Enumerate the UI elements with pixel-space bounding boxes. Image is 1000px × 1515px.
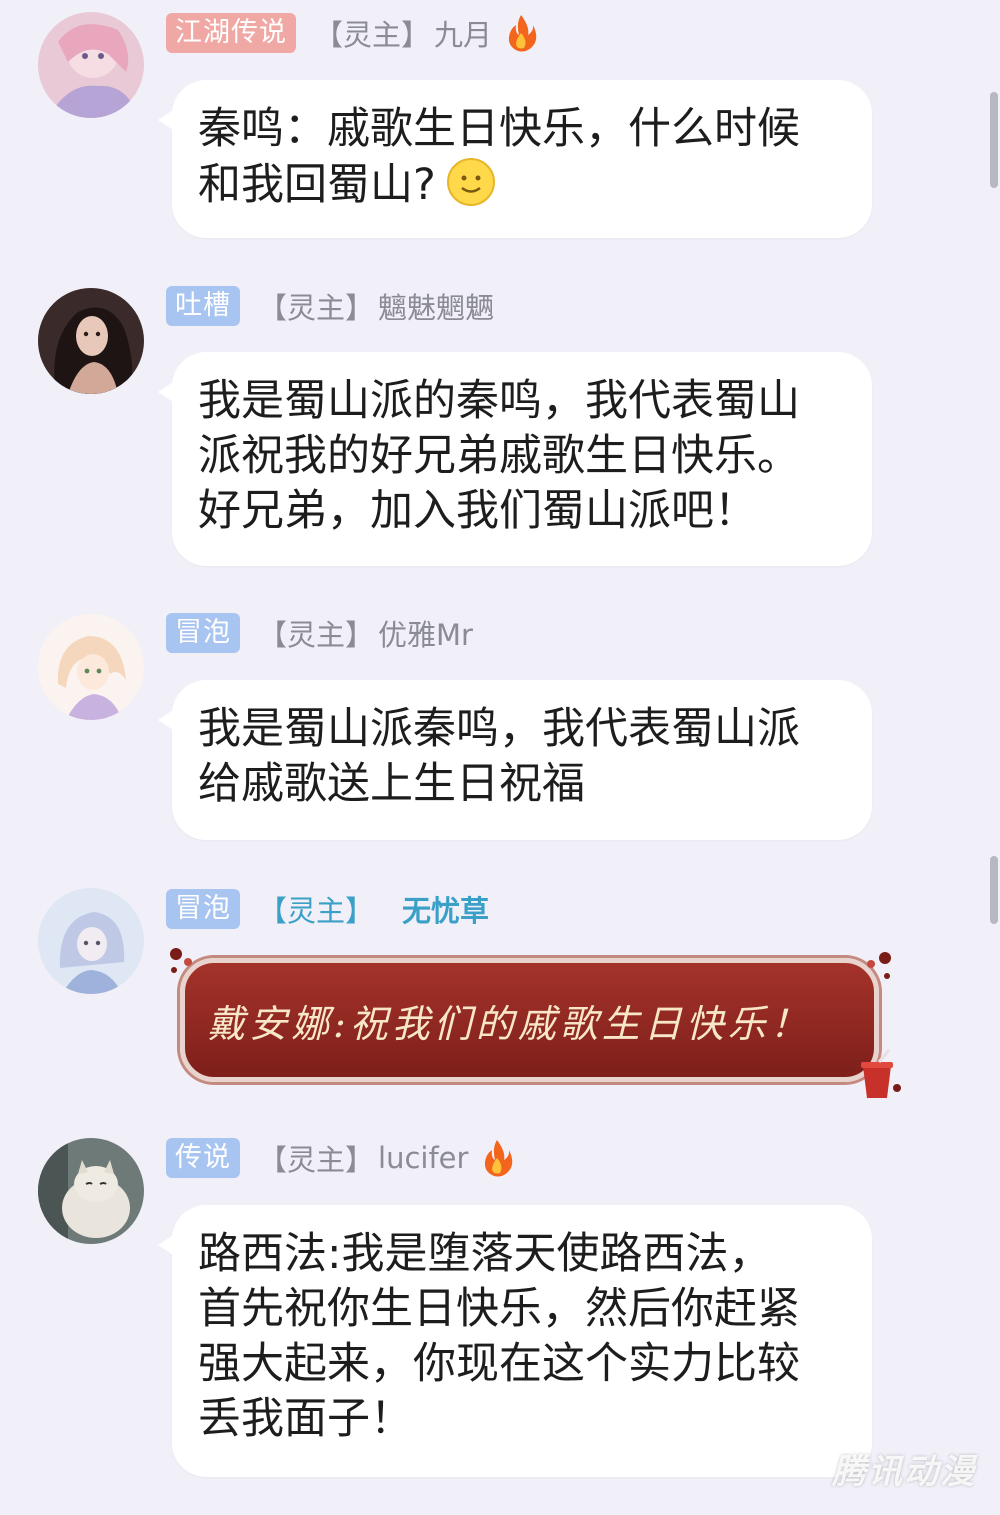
watermark-logo: 腾讯动漫 <box>832 1452 976 1492</box>
message-bubble[interactable]: 我是蜀山派秦鸣，我代表蜀山派 给戚歌送上生日祝福 <box>158 680 872 840</box>
scrollbar[interactable] <box>990 92 998 188</box>
message-header: 江湖传说 【灵主】 九月 <box>166 12 538 54</box>
drink-cup-icon <box>861 1049 901 1098</box>
user-avatar[interactable] <box>38 288 144 394</box>
scrollbar[interactable] <box>990 856 998 924</box>
dots-decoration-icon <box>170 948 192 973</box>
username[interactable]: 优雅Mr <box>378 612 473 654</box>
message-line: 首先祝你生日快乐，然后你赶紧 <box>198 1284 800 1334</box>
title-badge: 吐槽 <box>166 286 240 326</box>
smile-emoji-icon <box>446 157 496 207</box>
username[interactable]: 无忧草 <box>402 888 489 930</box>
user-avatar[interactable] <box>38 1138 144 1244</box>
message-line: 路西法:我是堕落天使路西法， <box>198 1229 772 1279</box>
role-label: 【灵主】 <box>258 291 375 325</box>
message-text: 戴安娜:祝我们的戚歌生日快乐！ <box>180 958 879 1082</box>
title-badge: 冒泡 <box>166 613 240 653</box>
message-line: 好兄弟，加入我们蜀山派吧！ <box>198 486 757 536</box>
message-bubble[interactable]: 秦鸣：戚歌生日快乐，什么时候 和我回蜀山? <box>158 80 872 238</box>
user-avatar[interactable] <box>38 12 144 118</box>
message-line: 和我回蜀山? <box>198 157 846 213</box>
role-label: 【灵主】 <box>258 1143 375 1177</box>
username[interactable]: lucifer <box>378 1141 468 1175</box>
role-label: 【灵主】 <box>258 894 375 928</box>
title-badge: 江湖传说 <box>166 13 296 53</box>
message-header: 冒泡 【灵主】 无忧草 <box>166 888 489 930</box>
message-line: 强大起来，你现在这个实力比较 <box>198 1339 800 1389</box>
username[interactable]: 魑魅魍魉 <box>378 285 494 327</box>
title-badge: 传说 <box>166 1138 240 1178</box>
message-header: 冒泡 【灵主】 优雅Mr <box>166 612 473 654</box>
message-header: 传说 【灵主】 lucifer <box>166 1137 514 1179</box>
message-line: 我是蜀山派秦鸣，我代表蜀山派 <box>198 704 800 754</box>
user-avatar[interactable] <box>38 614 144 720</box>
role-label: 【灵主】 <box>314 18 431 52</box>
dots-decoration-icon <box>867 952 891 979</box>
fire-icon <box>480 1138 514 1178</box>
role-label: 【灵主】 <box>258 618 375 652</box>
decorated-message-bubble[interactable]: 戴安娜:祝我们的戚歌生日快乐！ <box>170 948 901 1098</box>
message-line: 丢我面子！ <box>198 1394 413 1444</box>
message-line: 我是蜀山派的秦鸣，我代表蜀山 <box>198 376 800 426</box>
message-header: 吐槽 【灵主】 魑魅魍魉 <box>166 285 494 327</box>
user-avatar[interactable] <box>38 888 144 994</box>
username[interactable]: 九月 <box>434 12 492 54</box>
message-line: 派祝我的好兄弟戚歌生日快乐。 <box>198 431 800 481</box>
message-line: 给戚歌送上生日祝福 <box>198 759 585 809</box>
message-line: 秦鸣：戚歌生日快乐，什么时候 <box>198 104 800 154</box>
title-badge: 冒泡 <box>166 889 240 929</box>
message-bubble[interactable]: 路西法:我是堕落天使路西法， 首先祝你生日快乐，然后你赶紧 强大起来，你现在这个… <box>158 1205 872 1477</box>
message-bubble[interactable]: 我是蜀山派的秦鸣，我代表蜀山 派祝我的好兄弟戚歌生日快乐。 好兄弟，加入我们蜀山… <box>158 352 872 566</box>
fire-icon <box>504 13 538 53</box>
